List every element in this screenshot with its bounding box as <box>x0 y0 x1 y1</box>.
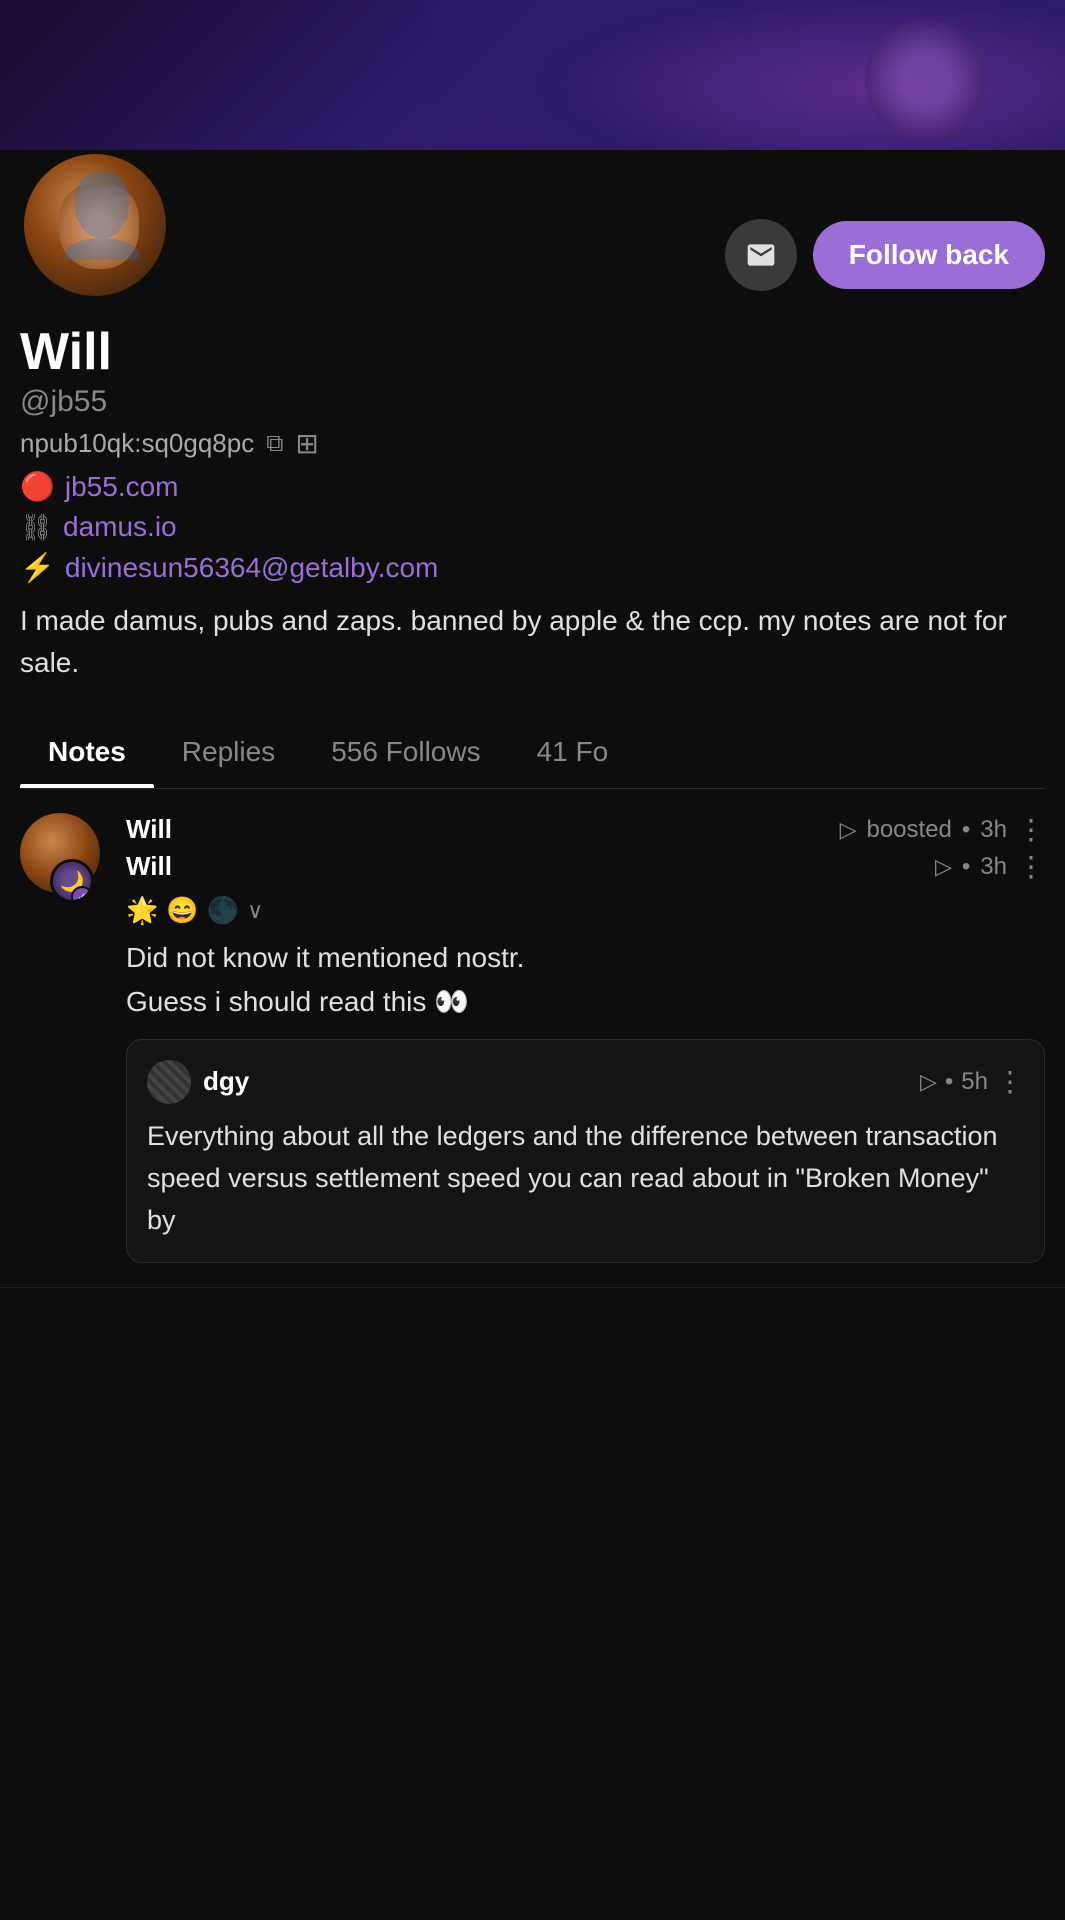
tab-follows[interactable]: 556 Follows <box>303 716 508 788</box>
post-top-line: Will ▷ boosted • 3h ⋮ <box>126 813 1045 846</box>
feed: 🌙 ✓ Will ▷ boosted • 3h ⋮ Will <box>0 789 1065 1287</box>
quoted-post: dgy ▷ • 5h ⋮ Everything about all the le… <box>126 1039 1045 1263</box>
post-header: 🌙 ✓ Will ▷ boosted • 3h ⋮ Will <box>20 813 1045 1262</box>
lightning-link[interactable]: ⚡ divinesun56364@getalby.com <box>20 551 1045 584</box>
post-text: Did not know it mentioned nostr.Guess i … <box>126 936 1045 1023</box>
profile-name: Will <box>20 324 1045 381</box>
boost-icon: ▷ <box>840 817 857 843</box>
profile-links: 🔴 jb55.com ⛓ damus.io ⚡ divinesun56364@g… <box>20 470 1045 584</box>
quoted-more-icon[interactable]: ⋮ <box>996 1065 1024 1098</box>
npub-row: npub10qk:sq0gq8pc ⧉ ⊞ <box>20 427 1045 460</box>
profile-section: Follow back Will @jb55 npub10qk:sq0gq8pc… <box>0 150 1065 789</box>
profile-bio: I made damus, pubs and zaps. banned by a… <box>20 600 1045 684</box>
bullet: • <box>962 816 970 844</box>
chain-icon: ⛓ <box>20 512 53 543</box>
reaction-star: 🌟 <box>126 895 158 926</box>
quoted-time: 5h <box>961 1068 988 1096</box>
qr-icon[interactable]: ⊞ <box>295 427 318 460</box>
quoted-meta: ▷ • 5h ⋮ <box>920 1065 1024 1098</box>
expand-button[interactable]: ∨ <box>247 898 263 924</box>
lightning-text: divinesun56364@getalby.com <box>65 552 438 584</box>
warning-icon: 🔴 <box>20 470 55 503</box>
post-second-line: Will ▷ • 3h ⋮ <box>126 850 1045 883</box>
reaction-moon: 🌑 <box>207 895 239 926</box>
quoted-boost-icon: ▷ <box>920 1069 937 1095</box>
website2-link[interactable]: ⛓ damus.io <box>20 511 1045 543</box>
action-buttons: Follow back <box>725 219 1045 291</box>
website1-text: jb55.com <box>65 471 179 503</box>
message-button[interactable] <box>725 219 797 291</box>
npub-text: npub10qk:sq0gq8pc <box>20 428 254 459</box>
website1-link[interactable]: 🔴 jb55.com <box>20 470 1045 503</box>
profile-info: Will @jb55 npub10qk:sq0gq8pc ⧉ ⊞ 🔴 jb55.… <box>20 316 1045 700</box>
boost-label: boosted <box>866 816 951 844</box>
verified-badge: ✓ <box>71 886 93 903</box>
post-time1: 3h <box>980 816 1007 844</box>
copy-icon[interactable]: ⧉ <box>266 430 283 458</box>
quoted-text: Everything about all the ledgers and the… <box>147 1116 1024 1242</box>
website2-text: damus.io <box>63 511 177 543</box>
post-avatar-stack: 🌙 ✓ <box>20 813 110 893</box>
post-time2: 3h <box>980 853 1007 881</box>
post-content: Will ▷ boosted • 3h ⋮ Will ▷ • 3h <box>126 813 1045 1262</box>
quoted-avatar <box>147 1060 191 1104</box>
reaction-row: 🌟 😄 🌑 ∨ <box>126 895 1045 926</box>
zap-icon: ⚡ <box>20 551 55 584</box>
envelope-icon <box>745 239 777 271</box>
tab-followers[interactable]: 41 Fo <box>509 716 637 788</box>
post-author-name: Will <box>126 814 172 845</box>
follow-back-button[interactable]: Follow back <box>813 221 1045 289</box>
more-options-icon2[interactable]: ⋮ <box>1017 850 1045 883</box>
more-options-icon[interactable]: ⋮ <box>1017 813 1045 846</box>
avatar <box>20 150 170 300</box>
boost-icon2: ▷ <box>935 854 952 880</box>
post-meta: ▷ boosted • 3h ⋮ <box>840 813 1045 846</box>
tab-notes[interactable]: Notes <box>20 716 154 788</box>
quoted-avatar-inner <box>147 1060 191 1104</box>
post-meta2: ▷ • 3h ⋮ <box>935 850 1045 883</box>
bullet2: • <box>962 853 970 881</box>
tabs-row: Notes Replies 556 Follows 41 Fo <box>20 716 1045 789</box>
post-card: 🌙 ✓ Will ▷ boosted • 3h ⋮ Will <box>0 789 1065 1287</box>
profile-top-row: Follow back <box>20 150 1045 316</box>
post-avatar-sub: 🌙 ✓ <box>50 859 94 903</box>
reaction-smile: 😄 <box>166 895 198 926</box>
tab-replies[interactable]: Replies <box>154 716 303 788</box>
profile-handle: @jb55 <box>20 385 1045 419</box>
quoted-bullet: • <box>945 1068 953 1096</box>
post-author2-name: Will <box>126 851 172 882</box>
quoted-author-name: dgy <box>203 1066 249 1097</box>
avatar-image <box>24 154 166 296</box>
quoted-header: dgy ▷ • 5h ⋮ <box>147 1060 1024 1104</box>
